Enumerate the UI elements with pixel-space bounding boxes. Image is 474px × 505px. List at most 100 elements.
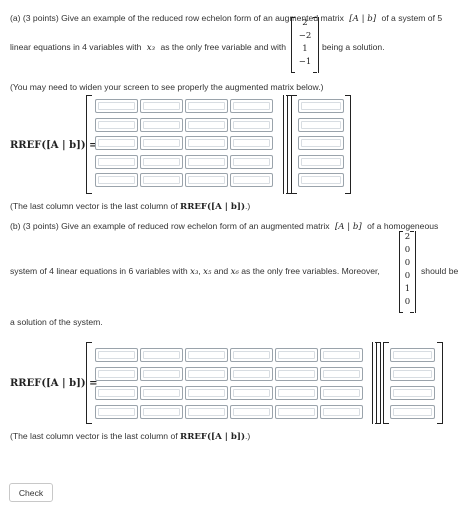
part-a-footer-end: .) [245,201,251,211]
part-a-coef-input-r5-c2[interactable] [140,173,183,187]
part-a-coef-input-r4-c4[interactable] [230,154,273,169]
part-b-footer-end: .) [245,431,251,441]
part-a-coef-input-r5-c1[interactable] [95,173,138,187]
part-b-coef-input-r1-c4[interactable] [230,348,273,362]
part-b-coef-input-r2-c3[interactable] [185,367,228,381]
part-a-free-var: x₃ [146,43,156,53]
bracket-tick [313,17,317,18]
part-a-line2-prefix: linear equations in 4 variables with [10,42,142,52]
part-b-coef-input-r4-c1[interactable] [95,405,138,419]
part-b-rhs-input-r2[interactable] [390,367,435,381]
part-b-rhs-input-r4[interactable] [390,405,435,419]
part-a-coef-input-r1-c4[interactable] [230,99,273,113]
part-b-rhs-input-r3[interactable] [390,386,435,400]
part-a-line2-suffix: being a solution. [322,42,385,52]
part-a-coef-input-r3-c1[interactable] [95,136,138,150]
part-b-vector-right-bracket [437,342,443,424]
part-a-coef-input-r2-c3[interactable] [185,117,228,132]
bracket-tick [291,72,295,73]
part-a-footer: (The last column vector is the last colu… [10,201,250,212]
part-a-rhs-input-r2[interactable] [298,117,344,132]
part-b-footer-text: (The last column vector is the last colu… [10,431,178,441]
part-a-footer-text: (The last column vector is the last colu… [10,201,178,211]
part-b-line1-prefix: (b) (3 points) Give an example of reduce… [10,221,330,231]
part-b-matrix-notation: [A | b] [334,222,362,232]
bracket-tick [399,312,403,313]
check-button[interactable]: Check [9,483,53,502]
part-a-line1-suffix: of a system of 5 [381,13,443,23]
part-b-line1-suffix: of a homogeneous [367,221,439,231]
vector-entry: 0 [404,245,411,255]
part-a-coef-input-r4-c2[interactable] [140,154,183,169]
part-b-coef-input-r1-c5[interactable] [275,348,318,362]
part-b-left-bracket [86,342,92,424]
part-b-coef-input-r3-c4[interactable] [230,386,273,400]
bracket-tick [410,312,414,313]
part-a-rhs-input-r5[interactable] [298,173,344,187]
part-a-coef-input-r2-c2[interactable] [140,117,183,132]
part-a-coef-input-r3-c4[interactable] [230,136,273,150]
part-b-line2-prefix: system of 4 linear equations in 6 variab… [10,266,188,276]
part-b-question-line1: (b) (3 points) Give an example of reduce… [10,221,438,232]
part-b-question-line2-left: system of 4 linear equations in 6 variab… [10,266,380,277]
part-b-coef-input-r1-c3[interactable] [185,348,228,362]
part-b-rhs-input-r1[interactable] [390,348,435,362]
part-a-coef-input-r3-c2[interactable] [140,136,183,150]
vector-entry: 2 [302,18,308,28]
vector-entry: 0 [404,258,411,268]
part-b-rref-label: RREF([A | b]) = [10,378,98,389]
part-b-line2-suffix: should be [421,266,459,276]
part-b-coef-input-r4-c4[interactable] [230,405,273,419]
vector-entry: 2 [404,232,411,242]
part-b-coef-input-r1-c1[interactable] [95,348,138,362]
part-a-coef-input-r5-c3[interactable] [185,173,228,187]
part-b-free-var-3: x₆ [230,267,239,277]
part-a-rhs-input-r1[interactable] [298,99,344,113]
part-a-rref-label: RREF([A | b]) = [10,140,98,151]
bracket-tick [291,17,295,18]
vector-entry: −1 [298,57,312,67]
part-b-coef-input-r4-c5[interactable] [275,405,318,419]
part-b-footer: (The last column vector is the last colu… [10,431,250,442]
part-b-coef-input-r2-c6[interactable] [320,367,363,381]
part-a-footer-math: RREF([A | b]) [180,202,246,212]
part-b-coef-input-r3-c1[interactable] [95,386,138,400]
part-a-widen-note: (You may need to widen your screen to se… [10,82,324,92]
part-a-rhs-input-r3[interactable] [298,136,344,150]
part-a-rhs-input-r4[interactable] [298,154,344,169]
part-a-coef-input-r4-c1[interactable] [95,154,138,169]
part-a-question-line1: (a) (3 points) Give an example of the re… [10,13,442,24]
part-b-line3: a solution of the system. [10,317,103,327]
part-a-coef-input-r5-c4[interactable] [230,173,273,187]
part-a-coef-input-r2-c4[interactable] [230,117,273,132]
part-a-coef-input-r3-c3[interactable] [185,136,228,150]
part-a-coef-input-r1-c2[interactable] [140,99,183,113]
part-a-coef-input-r1-c3[interactable] [185,99,228,113]
part-b-coef-input-r3-c3[interactable] [185,386,228,400]
part-a-line2-mid: as the only free variable and with [160,42,287,52]
part-a-coef-input-r4-c3[interactable] [185,154,228,169]
part-b-coef-input-r4-c2[interactable] [140,405,183,419]
vector-entry: −2 [298,31,312,41]
part-b-coef-input-r2-c1[interactable] [95,367,138,381]
part-b-coef-input-r2-c5[interactable] [275,367,318,381]
part-a-left-bracket [86,95,92,194]
part-b-solution-vector: 2 0 0 0 1 0 [399,231,416,313]
part-b-coef-input-r3-c5[interactable] [275,386,318,400]
part-b-line2-mid: as the only free variables. Moreover, [241,266,380,276]
part-b-coef-input-r2-c4[interactable] [230,367,273,381]
part-b-coef-input-r4-c3[interactable] [185,405,228,419]
part-b-coef-input-r1-c2[interactable] [140,348,183,362]
part-a-solution-vector: 2 −2 1 −1 [291,17,319,73]
part-a-coef-input-r1-c1[interactable] [95,99,138,113]
part-a-question-line2-left: linear equations in 4 variables with x₃ … [10,42,286,53]
part-b-coef-input-r4-c6[interactable] [320,405,363,419]
part-b-coef-input-r1-c6[interactable] [320,348,363,362]
part-b-coef-input-r3-c6[interactable] [320,386,363,400]
part-b-footer-math: RREF([A | b]) [180,432,246,442]
part-b-coef-input-r3-c2[interactable] [140,386,183,400]
part-b-coef-input-r2-c2[interactable] [140,367,183,381]
part-b-vector-left-bracket [383,342,389,424]
bracket-tick [313,72,317,73]
part-a-coef-input-r2-c1[interactable] [95,117,138,132]
